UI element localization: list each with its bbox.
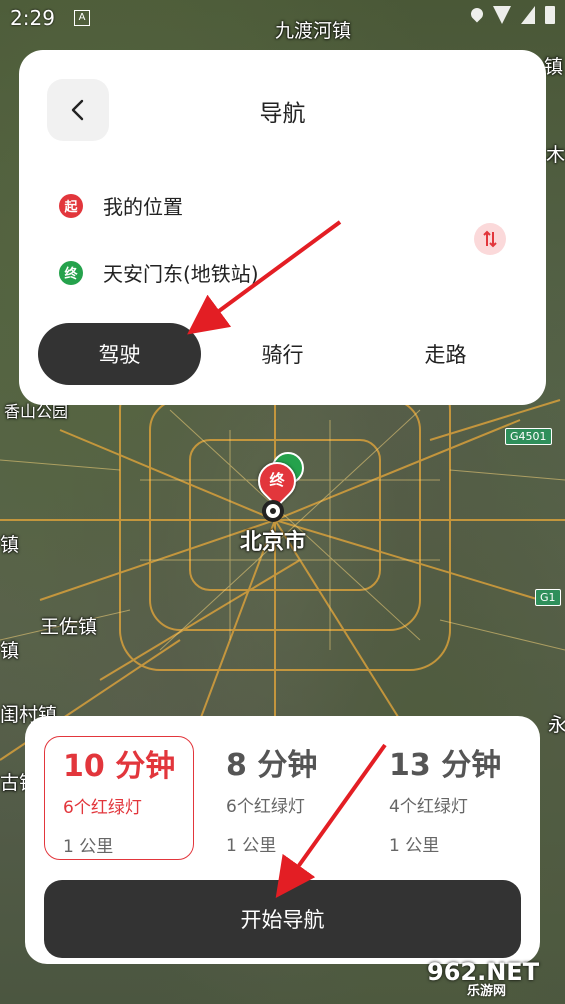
route-traffic-lights: 6个红绿灯: [63, 798, 142, 818]
route-option-3[interactable]: 13 分钟 4个红绿灯 1 公里: [371, 736, 521, 860]
swap-button[interactable]: [474, 223, 506, 255]
route-options-panel: 10 分钟 6个红绿灯 1 公里 8 分钟 6个红绿灯 1 公里 13 分钟 4…: [25, 716, 540, 964]
swap-icon: [483, 230, 497, 248]
tab-ride[interactable]: 骑行: [201, 323, 364, 385]
map-label-mu: 木: [546, 144, 565, 166]
route-distance: 1 公里: [389, 836, 440, 856]
map-label-yong: 永: [548, 714, 565, 736]
end-badge: 终: [59, 260, 83, 285]
location-icon: [468, 5, 486, 23]
tab-drive[interactable]: 驾驶: [38, 323, 201, 385]
end-location-field[interactable]: 终 天安门东(地铁站): [59, 258, 259, 287]
map-label-zhen-left2: 镇: [0, 640, 20, 662]
my-location-icon[interactable]: [262, 500, 284, 522]
navigation-panel: 导航 起 我的位置 终 天安门东(地铁站) 驾驶 骑行 走路: [19, 50, 546, 405]
route-time: 13 分钟: [389, 748, 502, 783]
route-option-1[interactable]: 10 分钟 6个红绿灯 1 公里: [44, 736, 194, 860]
battery-icon: [545, 6, 555, 24]
start-navigation-button[interactable]: 开始导航: [44, 880, 521, 958]
map-label-wangzuo: 王佐镇: [40, 616, 98, 638]
status-time: 2:29: [10, 6, 55, 30]
map-label-city: 北京市: [240, 530, 307, 555]
route-traffic-lights: 4个红绿灯: [389, 797, 468, 817]
map-label-zhen-left: 镇: [0, 534, 20, 556]
page-title: 导航: [259, 101, 306, 127]
tab-walk[interactable]: 走路: [364, 323, 527, 385]
start-badge: 起: [59, 193, 83, 218]
road-shield-g1: G1: [535, 589, 561, 606]
route-time: 10 分钟: [63, 749, 176, 784]
wifi-icon: [493, 6, 511, 24]
watermark-logo: 962.NET 乐游网: [427, 958, 557, 999]
map-label-jiudu: 九渡河镇: [275, 20, 352, 42]
signal-icon: [521, 6, 535, 24]
road-shield-g4501: G4501: [505, 428, 552, 445]
start-location-field[interactable]: 起 我的位置: [59, 191, 183, 220]
map-label-zhen-right: 镇: [544, 56, 564, 78]
start-location-label: 我的位置: [103, 195, 183, 219]
status-icons: [468, 5, 555, 24]
destination-pin-label: 终: [269, 471, 285, 489]
status-indicator: A: [74, 10, 90, 26]
end-location-label: 天安门东(地铁站): [103, 262, 259, 286]
route-distance: 1 公里: [226, 836, 277, 856]
route-option-2[interactable]: 8 分钟 6个红绿灯 1 公里: [208, 736, 358, 860]
route-distance: 1 公里: [63, 837, 114, 857]
route-time: 8 分钟: [226, 748, 318, 783]
route-traffic-lights: 6个红绿灯: [226, 797, 305, 817]
